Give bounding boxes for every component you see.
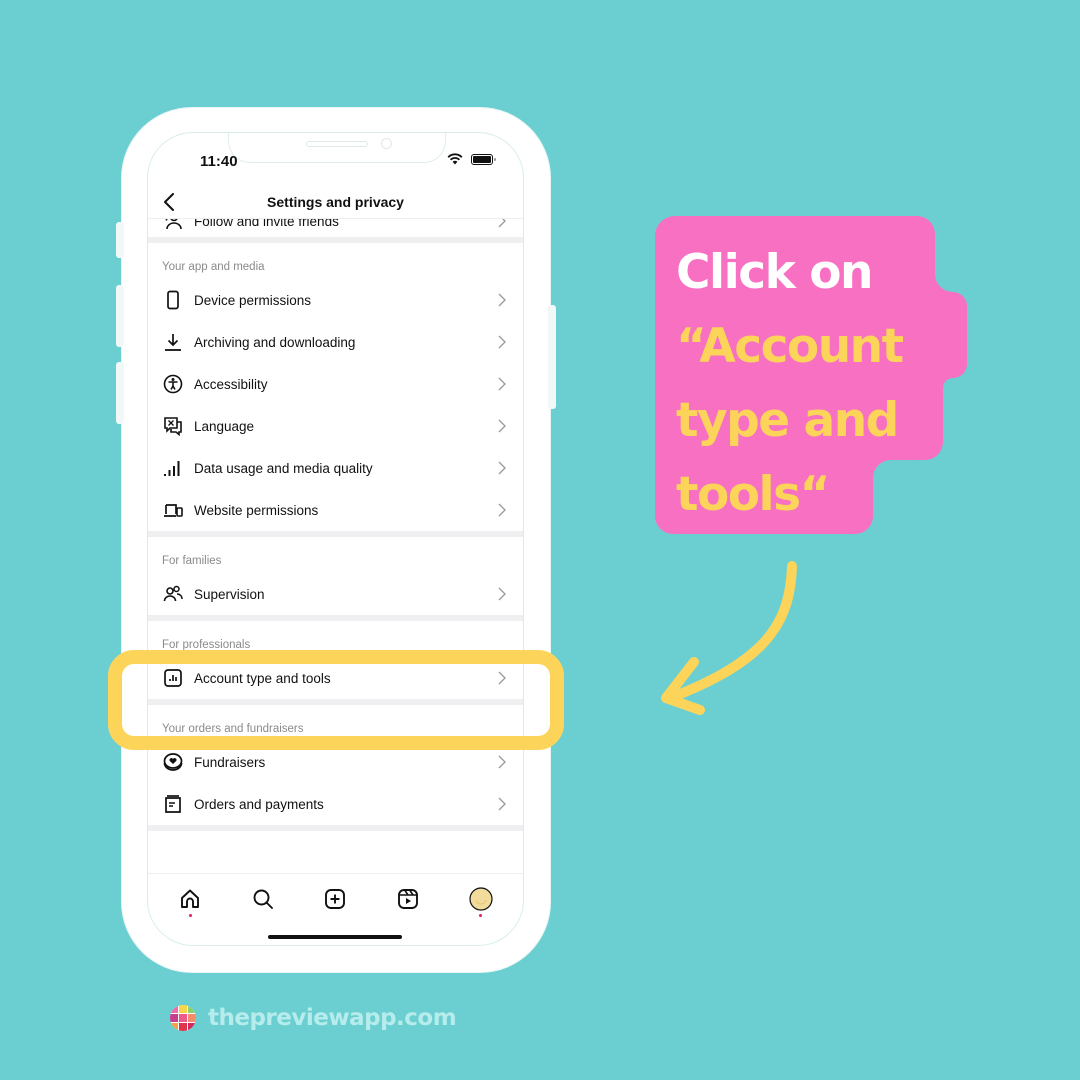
settings-item-supervision[interactable]: Supervision [148,573,523,615]
brand-text: thepreviewapp.com [208,1005,457,1031]
nav-profile[interactable] [461,879,501,919]
chevron-right-icon [498,755,506,769]
chevron-right-icon [498,293,506,307]
settings-item-accessibility[interactable]: Accessibility [148,363,523,405]
settings-item-label: Fundraisers [194,754,266,770]
settings-item-orders-payments[interactable]: Orders and payments [148,783,523,825]
bar-chart-icon [162,667,184,689]
section-title: For professionals [162,639,251,651]
section-divider [148,825,523,831]
accessibility-icon [162,373,184,395]
section-title: Your app and media [162,261,265,273]
callout-line-2: “Account [676,319,904,374]
settings-item-label: Data usage and media quality [194,460,373,476]
chevron-right-icon [498,587,506,601]
settings-item-label: Supervision [194,586,265,602]
people-icon [162,583,184,605]
settings-item-language[interactable]: Language [148,405,523,447]
settings-item-label: Account type and tools [194,670,331,686]
chevron-right-icon [498,461,506,475]
nav-create[interactable] [315,879,355,919]
back-button[interactable] [158,191,180,213]
chevron-right-icon [498,335,506,349]
top-bar: Settings and privacy [148,185,523,219]
nav-home[interactable] [170,879,210,919]
settings-item-label: Orders and payments [194,796,324,812]
camera [381,138,392,149]
status-time: 11:40 [200,153,238,170]
settings-item-data-usage[interactable]: Data usage and media quality [148,447,523,489]
section-title: For families [162,555,222,567]
brand-logo-icon [170,1005,196,1031]
nav-reels[interactable] [388,879,428,919]
settings-item-website-permissions[interactable]: Website permissions [148,489,523,531]
settings-item-label: Archiving and downloading [194,334,356,350]
download-icon [162,331,184,353]
section-title: Your orders and fundraisers [162,723,304,735]
language-icon [162,415,184,437]
chevron-right-icon [498,377,506,391]
signal-bars-icon [162,457,184,479]
phone-volume-down-button [116,362,124,424]
home-icon [181,889,200,908]
bottom-nav [148,873,523,923]
settings-item-fundraisers[interactable]: Fundraisers [148,741,523,783]
callout-line-4: tools“ [676,467,831,522]
settings-item-device-permissions[interactable]: Device permissions [148,279,523,321]
wifi-icon [447,153,463,165]
callout-line-3: type and [676,393,899,448]
battery-icon [471,153,496,165]
brand: thepreviewapp.com [170,1005,457,1031]
nav-search[interactable] [243,879,283,919]
settings-list: Follow and invite friends Your app and m… [148,205,523,831]
home-indicator [268,935,402,939]
chevron-right-icon [498,503,506,517]
settings-item-label: Website permissions [194,502,319,518]
settings-item-account-type-tools[interactable]: Account type and tools [148,657,523,699]
receipt-icon [162,793,184,815]
phone-volume-up-button [116,285,124,347]
heart-coin-icon [162,751,184,773]
settings-item-label: Device permissions [194,292,312,308]
plus-square-icon [325,888,346,909]
reels-icon [398,888,419,909]
curved-arrow-icon [661,561,797,715]
chevron-left-icon [164,193,174,211]
laptop-phone-icon [162,499,184,521]
chevron-right-icon [498,419,506,433]
callout-line-1: Click on [676,245,873,300]
search-icon [253,889,273,909]
avatar-icon [469,886,493,911]
phone-screen: 11:40 Settings and privacy Follow and in… [147,132,524,946]
notification-dot [479,913,483,917]
phone-side-button [116,222,124,258]
callout-text: Click on “Account type and tools“ [676,236,904,532]
chevron-right-icon [498,797,506,811]
phone-icon [162,289,184,311]
phone-notch [228,133,446,163]
settings-item-label: Language [194,418,255,434]
status-icons [447,153,496,165]
settings-item-archiving-downloading[interactable]: Archiving and downloading [148,321,523,363]
settings-item-label: Accessibility [194,376,268,392]
phone-power-button [548,305,556,409]
speaker [306,141,368,147]
chevron-right-icon [498,671,506,685]
page-title: Settings and privacy [267,193,404,210]
notification-dot [188,913,192,917]
